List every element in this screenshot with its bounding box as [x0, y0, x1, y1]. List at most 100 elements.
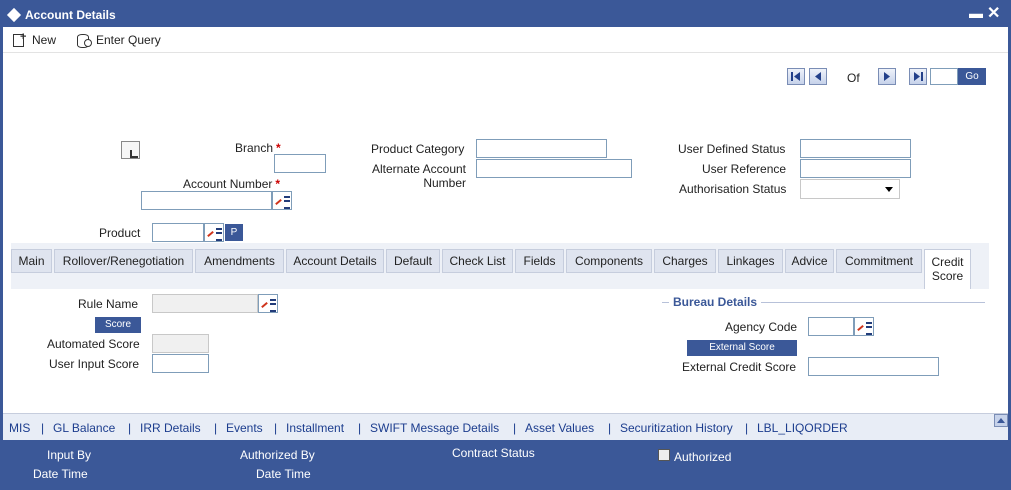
tab-account-details[interactable]: Account Details [286, 249, 384, 273]
tab-charges[interactable]: Charges [654, 249, 716, 273]
toolbar: New Enter Query [3, 27, 1008, 53]
contract-status-label: Contract Status [452, 446, 535, 460]
link-installment[interactable]: Installment [286, 421, 344, 435]
tab-rollover-renegotiation[interactable]: Rollover/Renegotiation [54, 249, 193, 273]
authorized-date-time-label: Date Time [256, 467, 311, 481]
tab-check-list[interactable]: Check List [442, 249, 513, 273]
link-irr-details[interactable]: IRR Details [140, 421, 201, 435]
go-button[interactable]: Go [958, 68, 986, 85]
link-asset-values[interactable]: Asset Values [525, 421, 594, 435]
alternate-account-number-input[interactable] [476, 159, 632, 178]
bureau-details-title: Bureau Details [673, 295, 758, 309]
authorized-by-label: Authorized By [240, 448, 315, 462]
link-lbl-liqorder[interactable]: LBL_LIQORDER [757, 421, 848, 435]
link-separator: | [214, 421, 218, 435]
last-record-icon [914, 72, 923, 81]
user-reference-input[interactable] [800, 159, 911, 178]
external-credit-score-label: External Credit Score [682, 360, 797, 374]
rule-name-input[interactable] [152, 294, 258, 313]
authorized-label: Authorized [674, 450, 732, 464]
link-separator: | [128, 421, 132, 435]
rule-name-lov-icon[interactable] [258, 294, 278, 313]
product-p-button[interactable]: P [225, 224, 243, 241]
agency-code-input[interactable] [808, 317, 854, 336]
previous-record-icon [815, 72, 821, 81]
window-diamond-icon [6, 7, 22, 23]
account-number-input[interactable] [141, 191, 272, 210]
score-button[interactable]: Score [95, 317, 141, 333]
tab-fields[interactable]: Fields [515, 249, 564, 273]
link-gl-balance[interactable]: GL Balance [53, 421, 115, 435]
previous-record-button[interactable] [809, 68, 827, 85]
external-score-button[interactable]: External Score [687, 340, 797, 356]
user-defined-status-label: User Defined Status [678, 142, 786, 156]
new-record-icon [12, 31, 28, 47]
tab-components[interactable]: Components [566, 249, 652, 273]
external-credit-score-input[interactable] [808, 357, 939, 376]
page-number-input[interactable] [930, 68, 958, 85]
user-input-score-input[interactable] [152, 354, 209, 373]
link-separator: | [41, 421, 45, 435]
account-number-required-marker: * [275, 177, 281, 191]
account-number-lov-icon[interactable] [272, 191, 292, 210]
automated-score-label: Automated Score [47, 337, 140, 351]
account-number-label: Account Number * [183, 177, 281, 191]
close-icon[interactable]: ✕ [987, 3, 1000, 23]
agency-code-lov-icon[interactable] [854, 317, 874, 336]
product-input[interactable] [152, 223, 204, 242]
tab-main[interactable]: Main [11, 249, 52, 273]
product-category-input[interactable] [476, 139, 607, 158]
product-label: Product [99, 226, 141, 240]
new-button[interactable]: New [12, 31, 56, 49]
enter-query-label: Enter Query [96, 33, 161, 47]
first-record-button[interactable] [787, 68, 805, 85]
window-title: Account Details [25, 8, 116, 22]
audit-footer: Input By Date Time Authorized By Date Ti… [3, 440, 1008, 487]
alternate-account-number-label: Alternate Account Number [371, 162, 466, 190]
input-by-label: Input By [47, 448, 92, 462]
bureau-divider-left [662, 302, 669, 303]
user-reference-label: User Reference [702, 162, 787, 176]
product-lov-icon[interactable] [204, 223, 224, 242]
scroll-up-icon[interactable] [994, 414, 1008, 427]
enter-query-icon [76, 33, 92, 48]
tab-commitment[interactable]: Commitment [836, 249, 922, 273]
next-record-button[interactable] [878, 68, 896, 85]
authorisation-status-label: Authorisation Status [679, 182, 787, 196]
chevron-down-icon [885, 187, 893, 192]
last-record-button[interactable] [909, 68, 927, 85]
link-mis[interactable]: MIS [9, 421, 30, 435]
new-button-label: New [32, 33, 57, 47]
rule-name-label: Rule Name [78, 297, 139, 311]
document-icon[interactable] [121, 141, 140, 159]
link-separator: | [274, 421, 278, 435]
enter-query-button[interactable]: Enter Query [76, 31, 161, 49]
title-bar: Account Details ▬ ✕ [3, 3, 1008, 27]
link-swift-message-details[interactable]: SWIFT Message Details [370, 421, 499, 435]
tab-linkages[interactable]: Linkages [718, 249, 783, 273]
tab-credit-score[interactable]: Credit Score [924, 249, 971, 289]
user-defined-status-input[interactable] [800, 139, 911, 158]
link-separator: | [608, 421, 612, 435]
link-separator: | [745, 421, 749, 435]
input-date-time-label: Date Time [33, 467, 88, 481]
bureau-divider-right [761, 302, 985, 303]
first-record-icon [791, 72, 800, 81]
tab-bar: Main Rollover/Renegotiation Amendments A… [11, 243, 989, 289]
link-separator: | [358, 421, 362, 435]
product-category-label: Product Category [371, 142, 465, 156]
automated-score-input[interactable] [152, 334, 209, 353]
link-securitization-history[interactable]: Securitization History [620, 421, 733, 435]
branch-required-marker: * [276, 141, 281, 155]
minimize-icon[interactable]: ▬ [969, 5, 983, 21]
authorized-checkbox[interactable] [658, 449, 670, 461]
tab-advice[interactable]: Advice [785, 249, 834, 273]
branch-label: Branch * [235, 141, 281, 155]
authorisation-status-select[interactable] [800, 179, 900, 199]
agency-code-label: Agency Code [725, 320, 798, 334]
tab-amendments[interactable]: Amendments [195, 249, 284, 273]
branch-input[interactable] [274, 154, 326, 173]
tab-default[interactable]: Default [386, 249, 440, 273]
pager-of-label: Of [847, 71, 860, 85]
link-events[interactable]: Events [226, 421, 263, 435]
